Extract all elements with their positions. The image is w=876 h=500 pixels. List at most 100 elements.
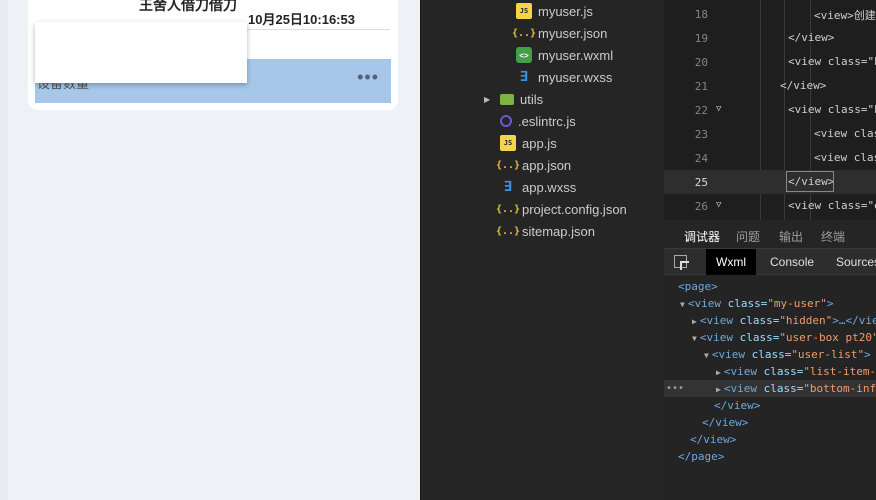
dom-tag: <view <box>723 365 757 378</box>
simulator-panel: 下区王谷大沂南市下区王谷大沂南市区王舍人借刀借刀 10月25日10:16:53 … <box>0 0 420 500</box>
code-line[interactable]: 22 ▽ <view class="b <box>664 98 876 122</box>
file-item-project-config[interactable]: {..} project.config.json <box>496 198 627 220</box>
fold-chevron-icon[interactable]: ▽ <box>716 104 721 114</box>
dom-node-page[interactable]: <page> <box>678 278 718 295</box>
more-dots-icon[interactable]: ••• <box>666 380 684 397</box>
line-number: 23 <box>694 128 708 141</box>
caret-right-icon[interactable]: ▶ <box>716 385 721 394</box>
line-number: 25 <box>694 176 708 189</box>
json-icon: {..} <box>495 225 521 237</box>
dom-value: "user-list" <box>791 348 865 361</box>
code-editor[interactable]: 18 <view>创建 19 </view> 20 <view class="b… <box>664 0 876 220</box>
file-item-myuser-js[interactable]: JS myuser.js <box>516 0 593 22</box>
file-label: project.config.json <box>522 201 627 217</box>
line-number: 24 <box>694 152 708 165</box>
caret-right-icon[interactable]: ▶ <box>716 368 721 377</box>
caret-down-icon[interactable]: ▼ <box>692 334 697 343</box>
tab-wxml[interactable]: Wxml <box>706 249 756 275</box>
dom-tag: </page> <box>678 450 725 463</box>
code-text: <view clas <box>814 151 876 164</box>
simulator-edge <box>0 0 8 500</box>
dom-node-close[interactable]: </view> <box>702 414 748 431</box>
inspect-element-icon[interactable] <box>674 255 687 268</box>
code-line[interactable]: 24 <view clas <box>664 146 876 170</box>
more-icon[interactable]: ••• <box>357 67 379 88</box>
dom-value: "user-box pt20" <box>779 331 876 344</box>
line-number: 22 <box>694 104 708 117</box>
dom-tag: <view <box>699 314 733 327</box>
file-item-myuser-json[interactable]: {..} myuser.json <box>511 22 607 44</box>
line-number: 20 <box>694 56 708 69</box>
file-label: app.json <box>522 157 572 173</box>
file-item-myuser-wxss[interactable]: ∃ myuser.wxss <box>516 66 613 88</box>
dom-tag: </view> <box>702 416 749 429</box>
tab-console[interactable]: Console <box>760 249 824 275</box>
file-item-app-json[interactable]: {..} app.json <box>495 154 572 176</box>
wxss-icon: ∃ <box>519 69 529 85</box>
dom-value: "my-user" <box>767 297 827 310</box>
folder-item-utils[interactable]: ▶ utils <box>484 88 543 110</box>
file-item-sitemap[interactable]: {..} sitemap.json <box>495 220 595 242</box>
wxml-icon: <> <box>516 47 532 63</box>
dom-attr: class= <box>732 314 780 327</box>
line-number: 26 <box>694 200 708 213</box>
json-icon: {..} <box>495 159 521 171</box>
dom-tag-end: > <box>826 297 834 310</box>
code-line[interactable]: 18 <view>创建 <box>664 2 876 26</box>
caret-down-icon[interactable]: ▼ <box>680 300 685 309</box>
dom-node-user-box[interactable]: ▼<view class="user-box pt20"> <box>692 329 876 346</box>
tab-debugger[interactable]: 调试器 <box>684 228 721 251</box>
tab-sources[interactable]: Sources <box>826 249 876 275</box>
fold-chevron-icon[interactable]: ▽ <box>716 200 721 210</box>
file-label: app.js <box>522 135 557 151</box>
dom-node-list-item[interactable]: ▶ <view class="list-item- <box>716 363 876 380</box>
dom-node-user-list[interactable]: ▼ <view class="user-list"> <box>704 346 871 363</box>
code-line[interactable]: 19 </view> <box>664 26 876 50</box>
js-icon: JS <box>516 3 532 19</box>
eslint-icon <box>500 115 512 127</box>
devtools-tabs: Wxml Console Sources <box>664 248 876 275</box>
file-item-eslintrc[interactable]: .eslintrc.js <box>500 110 576 132</box>
dom-node-bottom-info-selected[interactable]: ••• ▶ <view class="bottom-inf <box>664 380 876 397</box>
line-number: 19 <box>694 32 708 45</box>
file-item-app-js[interactable]: JS app.js <box>500 132 557 154</box>
dom-attr: class= <box>756 365 804 378</box>
chevron-right-icon[interactable]: ▶ <box>484 95 496 104</box>
dom-tag: <view <box>687 297 721 310</box>
file-label: app.wxss <box>522 179 577 195</box>
file-label: myuser.wxml <box>538 47 614 63</box>
file-label: sitemap.json <box>522 223 595 239</box>
panel-divider <box>420 0 464 500</box>
file-label: utils <box>520 91 544 107</box>
tab-problems[interactable]: 问题 <box>736 228 760 245</box>
caret-right-icon[interactable]: ▶ <box>692 317 697 326</box>
code-text: <view class="b <box>788 55 876 68</box>
caret-down-icon[interactable]: ▼ <box>704 351 709 360</box>
dom-value: "bottom-inf <box>803 382 876 395</box>
dom-node-close[interactable]: </view> <box>690 431 736 448</box>
dom-tag: </view> <box>690 433 737 446</box>
dom-node-page-close[interactable]: </page> <box>678 448 724 465</box>
tab-output[interactable]: 输出 <box>779 228 803 245</box>
code-line[interactable]: 20 <view class="b <box>664 50 876 74</box>
code-line-active[interactable]: 25 </view> <box>664 170 876 194</box>
dom-tag-end: > <box>864 348 871 361</box>
code-line[interactable]: 23 <view clas <box>664 122 876 146</box>
file-item-myuser-wxml[interactable]: <> myuser.wxml <box>516 44 613 66</box>
dom-attr: class= <box>744 348 792 361</box>
file-item-app-wxss[interactable]: ∃ app.wxss <box>500 176 576 198</box>
dom-node-my-user[interactable]: ▼ <view class="my-user"> <box>680 295 834 312</box>
code-line[interactable]: 21 </view> <box>664 74 876 98</box>
dom-node-close[interactable]: </view> <box>714 397 760 414</box>
json-icon: {..} <box>511 27 537 39</box>
dom-node-hidden[interactable]: ▶<view class="hidden">…</view> <box>692 312 876 329</box>
dom-tag-end: >…</view> <box>832 314 876 327</box>
tab-terminal[interactable]: 终端 <box>821 228 845 245</box>
popup-overlay <box>35 22 247 83</box>
dom-value: "list-item- <box>803 365 876 378</box>
wxml-tree[interactable]: <page> ▼ <view class="my-user"> ▶ <view cl… <box>664 276 876 500</box>
time-text: 10月25日10:16:53 <box>248 12 355 27</box>
code-line[interactable]: 26 ▽ <view class="e <box>664 194 876 218</box>
folder-icon <box>500 93 514 105</box>
code-text: </view> <box>788 31 835 44</box>
